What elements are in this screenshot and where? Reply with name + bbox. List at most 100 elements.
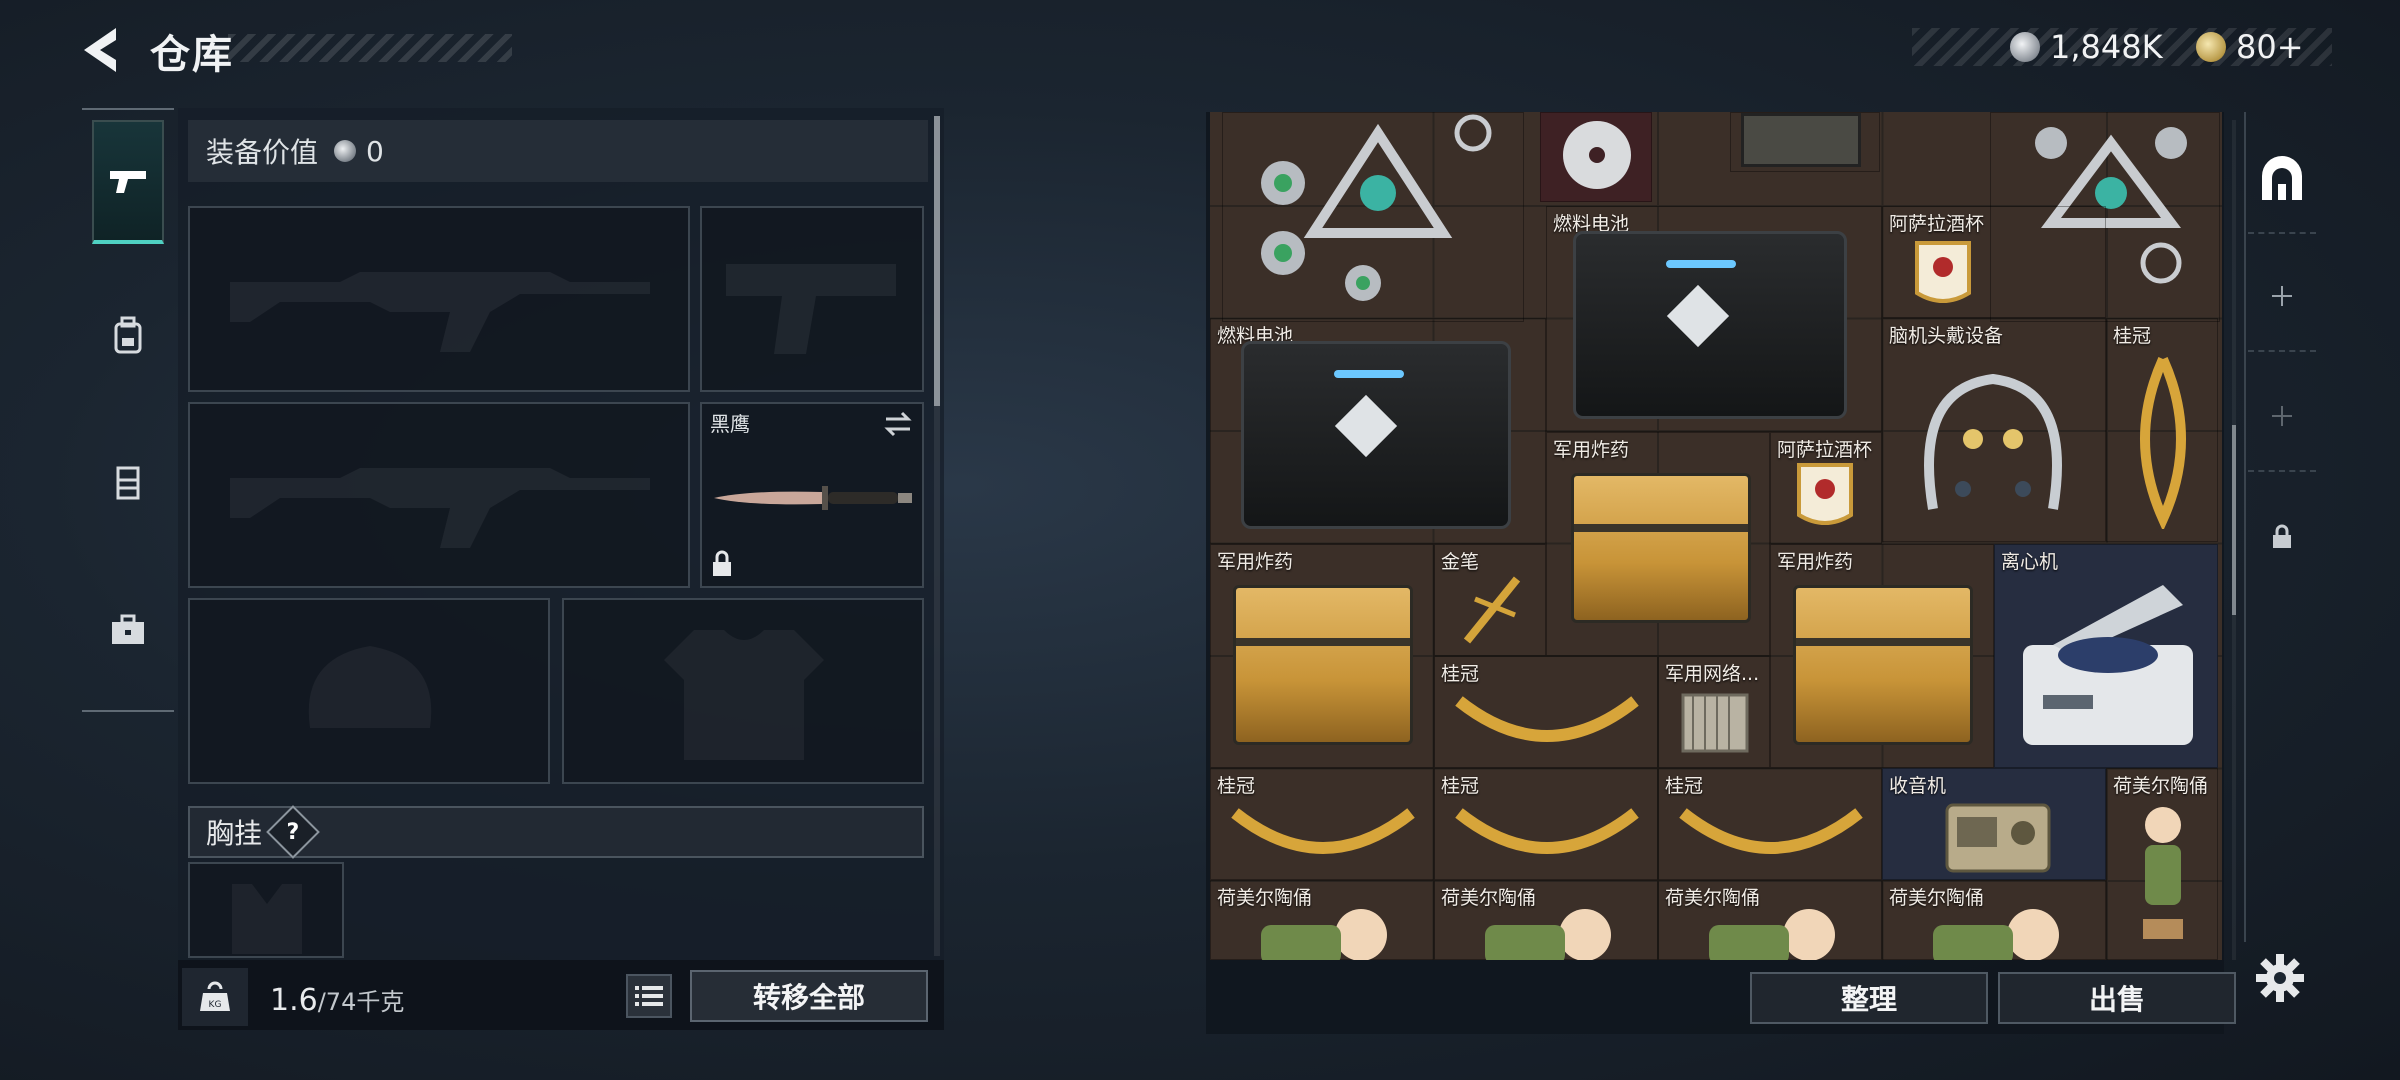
tab-vest[interactable] (92, 420, 164, 544)
back-arrow-icon[interactable] (76, 24, 128, 76)
storage-item[interactable]: 桂冠 (1658, 768, 1882, 880)
help-icon[interactable]: ? (266, 805, 320, 859)
storage-item[interactable]: 荷美尔陶俑 (1210, 880, 1434, 960)
figurine-icon (1485, 909, 1611, 960)
gold-currency-amount[interactable]: 80+ (2236, 28, 2304, 66)
storage-item[interactable]: 阿萨拉酒杯 (1770, 432, 1882, 544)
tab-weapons[interactable] (92, 120, 164, 244)
item-label: 军用网络... (1665, 663, 1760, 685)
laurel-crown-icon (1231, 808, 1415, 854)
item-label: 军用炸药 (1217, 551, 1294, 573)
armor-slot[interactable] (562, 598, 924, 784)
storage-item[interactable] (1540, 112, 1652, 202)
list-view-button[interactable] (626, 974, 672, 1018)
storage-item[interactable]: 离心机 (1994, 544, 2218, 768)
item-label: 荷美尔陶俑 (2113, 775, 2209, 797)
storage-item[interactable]: 脑机头戴设备 (1882, 318, 2106, 542)
chest-rig-slot[interactable] (188, 862, 344, 958)
sell-button[interactable]: 出售 (1998, 972, 2236, 1024)
goblet-icon (1797, 463, 1853, 525)
silver-coin-icon (2010, 32, 2040, 62)
weight-current: 1.6 (270, 983, 318, 1018)
primary-weapon-slot-2[interactable] (188, 402, 690, 588)
pistol-icon (110, 171, 146, 193)
add-storage-tab-button[interactable] (2248, 362, 2316, 472)
melee-weapon-slot[interactable]: 黑鹰 (700, 402, 924, 588)
weight-max: /74千克 (317, 988, 405, 1016)
storage-scrollbar[interactable] (2232, 120, 2236, 960)
pistol-slot[interactable] (700, 206, 924, 392)
tab-backpack[interactable] (92, 274, 164, 398)
sort-button[interactable]: 整理 (1750, 972, 1988, 1024)
device-icon (1741, 113, 1861, 167)
vest-icon (116, 466, 140, 500)
explosive-crate-icon (1233, 585, 1413, 745)
centrifuge-icon (2023, 585, 2193, 745)
page-title: 仓库 (150, 32, 234, 78)
top-header: 仓库 1,848K 80+ (0, 0, 2400, 100)
silver-coin-icon (334, 140, 357, 162)
storage-item[interactable]: 燃料电池 (1546, 206, 1882, 432)
helmet-slot[interactable] (188, 598, 550, 784)
chest-rig-silhouette-icon (232, 884, 302, 954)
storage-item[interactable]: 荷美尔陶俑 (1658, 880, 1882, 960)
fuel-cell-icon (1573, 231, 1847, 419)
laurel-crown-icon (1679, 808, 1863, 854)
equipment-value-row: 装备价值 0 (188, 120, 928, 182)
storage-item[interactable]: 桂冠 (1210, 768, 1434, 880)
figurine-icon (1261, 909, 1387, 960)
svg-text:KG: KG (209, 1000, 222, 1010)
storage-item[interactable]: 荷美尔陶俑 (2106, 768, 2218, 960)
carry-weight: 1.6/74千克 (270, 982, 404, 1018)
scrollbar-thumb[interactable] (2232, 425, 2236, 615)
storage-item[interactable]: 军用炸药 (1210, 544, 1434, 768)
storage-item[interactable]: 收音机 (1882, 768, 2106, 880)
storage-item[interactable]: 荷美尔陶俑 (1882, 880, 2106, 960)
storage-tab-main[interactable] (2248, 124, 2316, 234)
fuel-cell-icon (1241, 341, 1511, 529)
storage-item[interactable] (1730, 112, 1880, 172)
tab-briefcase[interactable] (92, 568, 164, 692)
add-storage-tab-button[interactable] (2248, 242, 2316, 352)
storage-item[interactable] (1222, 112, 1524, 322)
list-icon (635, 986, 663, 1006)
storage-item[interactable]: 军用网络... (1658, 656, 1770, 768)
laurel-crown-icon (1455, 696, 1639, 742)
storage-item[interactable]: 军用炸药 (1546, 432, 1770, 656)
melee-weapon-name: 黑鹰 (710, 412, 750, 436)
laurel-crown-icon (2140, 356, 2186, 529)
kettlebell-icon: KG (200, 981, 230, 1011)
title-decoration (228, 34, 512, 62)
rifle-silhouette-icon (230, 468, 650, 548)
primary-weapon-slot-1[interactable] (188, 206, 690, 392)
item-label: 脑机头戴设备 (1889, 325, 2004, 347)
backpack-icon (114, 316, 142, 354)
storage-item[interactable]: 桂冠 (1434, 768, 1658, 880)
storage-item[interactable]: 燃料电池 (1210, 318, 1546, 544)
storage-item[interactable]: 阿萨拉酒杯 (1882, 206, 2106, 318)
helmet-silhouette-icon (308, 646, 432, 728)
plus-icon (2272, 406, 2292, 426)
storage-item[interactable]: 桂冠 (2106, 318, 2218, 542)
gear-icon[interactable] (2254, 952, 2306, 1004)
radio-icon (1945, 803, 2051, 873)
storage-item[interactable]: 桂冠 (1434, 656, 1658, 768)
storage-item[interactable]: 军用炸药 (1770, 544, 1994, 768)
locked-storage-tab[interactable] (2248, 482, 2316, 592)
disc-icon (1563, 121, 1631, 189)
equipment-scrollbar[interactable] (934, 116, 940, 956)
swap-arrows-icon[interactable] (882, 410, 914, 438)
gold-coin-icon (2196, 32, 2226, 62)
transfer-all-button[interactable]: 转移全部 (690, 970, 928, 1022)
chest-rig-label: 胸挂 (206, 817, 263, 850)
armor-silhouette-icon (664, 630, 824, 760)
goblet-icon (1915, 241, 1971, 303)
storage-item[interactable]: 金笔 (1434, 544, 1546, 656)
plus-icon (2272, 286, 2292, 306)
storage-grid: 燃料电池 燃料电池 阿萨拉酒杯 脑机头戴设备 桂冠 军用炸药 阿萨拉酒杯 军用炸… (1210, 112, 2222, 960)
scrollbar-thumb[interactable] (934, 116, 940, 406)
lock-icon (713, 550, 731, 576)
storage-arch-icon (2262, 156, 2302, 200)
laurel-crown-icon (1455, 808, 1639, 854)
storage-item[interactable]: 荷美尔陶俑 (1434, 880, 1658, 960)
